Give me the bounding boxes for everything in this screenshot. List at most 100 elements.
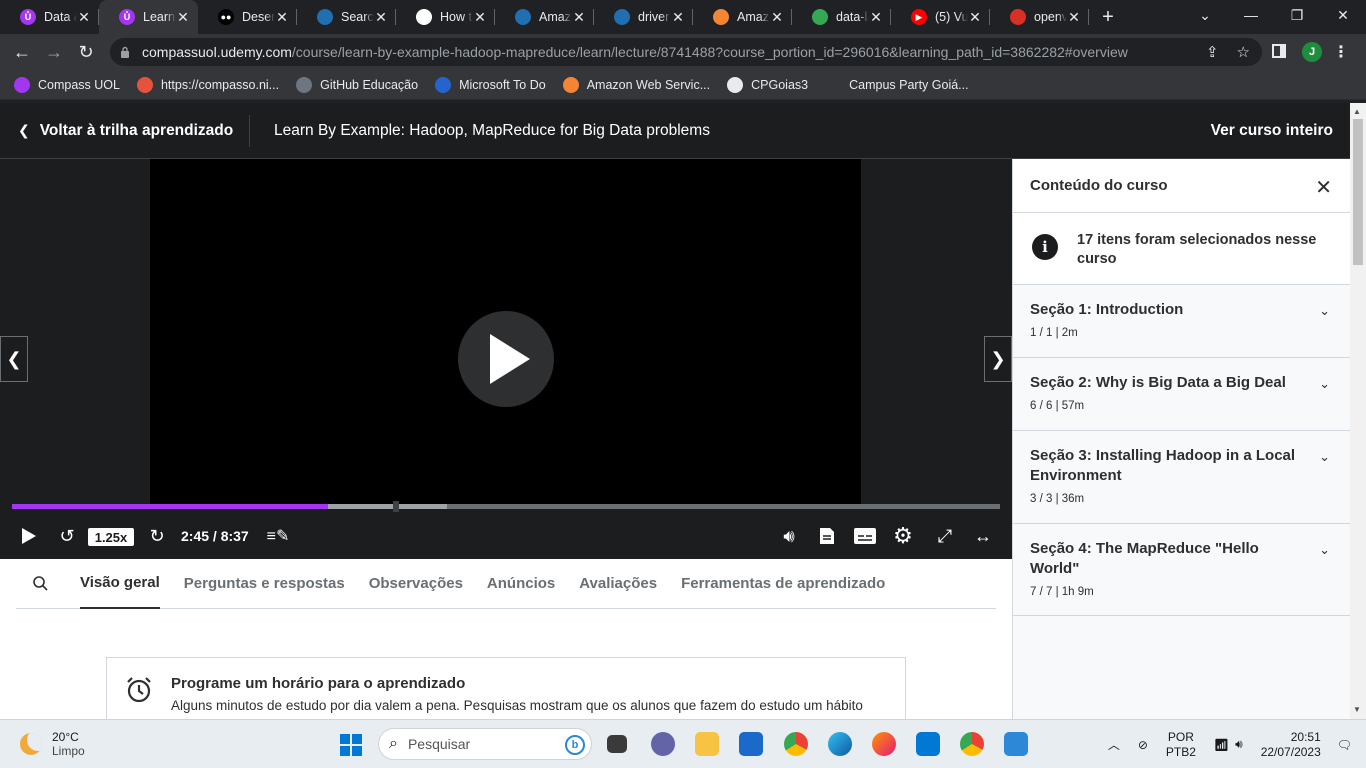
browser-tab[interactable]: driver ✕ bbox=[594, 0, 693, 34]
play-button[interactable] bbox=[16, 523, 42, 549]
big-play-button[interactable] bbox=[458, 311, 554, 407]
playback-speed-button[interactable]: 1.25x bbox=[88, 528, 134, 546]
chrome-profile-icon[interactable] bbox=[960, 732, 984, 756]
show-hidden-icons[interactable]: ︿ bbox=[1108, 736, 1120, 753]
chevron-down-icon[interactable]: ⌄ bbox=[1319, 376, 1330, 392]
forward-button[interactable]: → bbox=[38, 36, 70, 68]
scroll-down-icon[interactable]: ▼ bbox=[1353, 705, 1361, 714]
progress-bar[interactable] bbox=[12, 501, 1000, 512]
previous-lecture-button[interactable]: ❮ bbox=[0, 336, 28, 382]
tab-search-icon[interactable]: ⌄ bbox=[1182, 0, 1228, 30]
scrollbar-thumb[interactable] bbox=[1353, 119, 1363, 265]
notification-icon[interactable]: 🗨︎ bbox=[1337, 738, 1352, 752]
volume-tray-icon[interactable]: 🔊︎ bbox=[1235, 737, 1243, 752]
transcript-icon[interactable] bbox=[814, 523, 840, 549]
browser-tab[interactable]: Amazo✕ bbox=[495, 0, 594, 34]
settings-gear-icon[interactable]: ⚙ bbox=[890, 523, 916, 549]
close-tab-icon[interactable]: ✕ bbox=[869, 9, 883, 26]
close-tab-icon[interactable]: ✕ bbox=[275, 9, 289, 26]
next-lecture-button[interactable]: ❯ bbox=[984, 336, 1012, 382]
add-note-icon[interactable]: ≡✎ bbox=[265, 523, 291, 549]
lock-icon[interactable] bbox=[120, 46, 130, 58]
browser-tab[interactable]: Amazo✕ bbox=[693, 0, 792, 34]
forward-icon[interactable]: ↻ bbox=[144, 523, 170, 549]
tab-learning-tools[interactable]: Ferramentas de aprendizado bbox=[681, 559, 885, 609]
browser-tab[interactable]: openv ✕ bbox=[990, 0, 1089, 34]
browser-tab[interactable]: Ů Data &✕ bbox=[0, 0, 99, 34]
close-tab-icon[interactable]: ✕ bbox=[1067, 9, 1081, 26]
tab-questions[interactable]: Perguntas e respostas bbox=[184, 559, 345, 609]
volume-icon[interactable]: 🔊︎ bbox=[776, 523, 802, 549]
wifi-icon[interactable]: 📶︎ bbox=[1214, 738, 1229, 752]
close-tab-icon[interactable]: ✕ bbox=[671, 9, 685, 26]
tab-notes[interactable]: Observações bbox=[369, 559, 463, 609]
back-button[interactable]: ← bbox=[6, 36, 38, 68]
bookmark-star-icon[interactable]: ☆ bbox=[1237, 43, 1250, 61]
chevron-down-icon[interactable]: ⌄ bbox=[1319, 449, 1330, 465]
chat-icon[interactable] bbox=[651, 732, 675, 756]
tab-overview[interactable]: Visão geral bbox=[80, 559, 160, 609]
course-section[interactable]: Seção 3: Installing Hadoop in a Local En… bbox=[1013, 431, 1350, 524]
microsoft-store-icon[interactable] bbox=[739, 732, 763, 756]
browser-tab[interactable]: Ů Learn b✕ bbox=[99, 0, 198, 34]
firefox-icon[interactable] bbox=[872, 732, 896, 756]
page-scrollbar[interactable]: ▲ ▼ bbox=[1350, 103, 1366, 719]
vscode-icon[interactable] bbox=[916, 732, 940, 756]
bookmark-item[interactable]: https://compasso.ni... bbox=[136, 76, 279, 93]
tab-reviews[interactable]: Avaliações bbox=[579, 559, 657, 609]
fullscreen-icon[interactable]: ⤢ bbox=[932, 523, 958, 549]
browser-tab[interactable]: ▶ (5) Vul ✕ bbox=[891, 0, 990, 34]
close-window-button[interactable]: ✕ bbox=[1320, 0, 1366, 30]
menu-icon[interactable]: ⋮ bbox=[1333, 42, 1349, 62]
bookmark-item[interactable]: Microsoft To Do bbox=[435, 76, 546, 93]
close-tab-icon[interactable]: ✕ bbox=[770, 9, 784, 26]
browser-tab[interactable]: ●● Desenv✕ bbox=[198, 0, 297, 34]
restore-button[interactable]: ❐ bbox=[1274, 0, 1320, 30]
rewind-icon[interactable]: ↺ bbox=[54, 523, 80, 549]
search-icon[interactable] bbox=[20, 576, 60, 591]
reload-button[interactable]: ↻ bbox=[70, 36, 102, 68]
profile-avatar[interactable]: J bbox=[1302, 42, 1322, 62]
bookmark-item[interactable]: CPGoias3 bbox=[727, 76, 808, 93]
back-to-path-link[interactable]: ❮ Voltar à trilha aprendizado bbox=[0, 114, 250, 147]
side-panel-icon[interactable] bbox=[1272, 44, 1286, 58]
close-tab-icon[interactable]: ✕ bbox=[473, 9, 487, 26]
chrome-icon[interactable] bbox=[784, 732, 808, 756]
chevron-down-icon[interactable]: ⌄ bbox=[1319, 542, 1330, 558]
clock[interactable]: 20:51 22/07/2023 bbox=[1261, 730, 1321, 760]
browser-tab[interactable]: data-la✕ bbox=[792, 0, 891, 34]
task-view-icon[interactable] bbox=[607, 735, 627, 753]
new-tab-button[interactable]: + bbox=[1095, 6, 1121, 29]
language-indicator[interactable]: POR PTB2 bbox=[1166, 730, 1196, 760]
full-course-link[interactable]: Ver curso inteiro bbox=[1211, 122, 1333, 140]
scroll-up-icon[interactable]: ▲ bbox=[1353, 107, 1361, 116]
course-section[interactable]: Seção 2: Why is Big Data a Big Deal 6 / 6… bbox=[1013, 358, 1350, 431]
bookmark-item[interactable]: Amazon Web Servic... bbox=[562, 76, 710, 93]
close-icon[interactable]: ✕ bbox=[1315, 175, 1332, 200]
close-tab-icon[interactable]: ✕ bbox=[77, 9, 91, 26]
taskbar-search[interactable]: ⌕ Pesquisar b bbox=[378, 728, 592, 760]
bookmark-item[interactable]: Compass UOL bbox=[14, 76, 120, 93]
tab-announcements[interactable]: Anúncios bbox=[487, 559, 555, 609]
network-alert-icon[interactable]: ⊘ bbox=[1138, 738, 1148, 752]
bookmark-item[interactable]: Campus Party Goiá... bbox=[825, 76, 969, 93]
course-section[interactable]: Seção 4: The MapReduce "Hello World" 7 / … bbox=[1013, 524, 1350, 616]
minimize-button[interactable]: — bbox=[1228, 0, 1274, 30]
close-tab-icon[interactable]: ✕ bbox=[176, 9, 190, 26]
course-section[interactable]: Seção 1: Introduction 1 / 1 | 2m ⌄ bbox=[1013, 285, 1350, 358]
video-screen[interactable] bbox=[150, 159, 861, 504]
progress-handle[interactable] bbox=[393, 501, 399, 512]
share-icon[interactable]: ⇪ bbox=[1206, 43, 1219, 61]
windows-start-icon[interactable] bbox=[340, 734, 362, 756]
browser-tab[interactable]: How to✕ bbox=[396, 0, 495, 34]
bookmark-item[interactable]: GitHub Educação bbox=[296, 76, 418, 93]
file-explorer-icon[interactable] bbox=[695, 732, 719, 756]
browser-tab[interactable]: Search✕ bbox=[297, 0, 396, 34]
close-tab-icon[interactable]: ✕ bbox=[968, 9, 982, 26]
weather-widget[interactable]: 20°C Limpo bbox=[20, 730, 85, 758]
chevron-down-icon[interactable]: ⌄ bbox=[1319, 303, 1330, 319]
address-bar[interactable]: compassuol.udemy.com/course/learn-by-exa… bbox=[110, 38, 1262, 66]
edge-icon[interactable] bbox=[828, 732, 852, 756]
notepad-icon[interactable] bbox=[1004, 732, 1028, 756]
expand-width-icon[interactable]: ↔ bbox=[970, 523, 996, 549]
